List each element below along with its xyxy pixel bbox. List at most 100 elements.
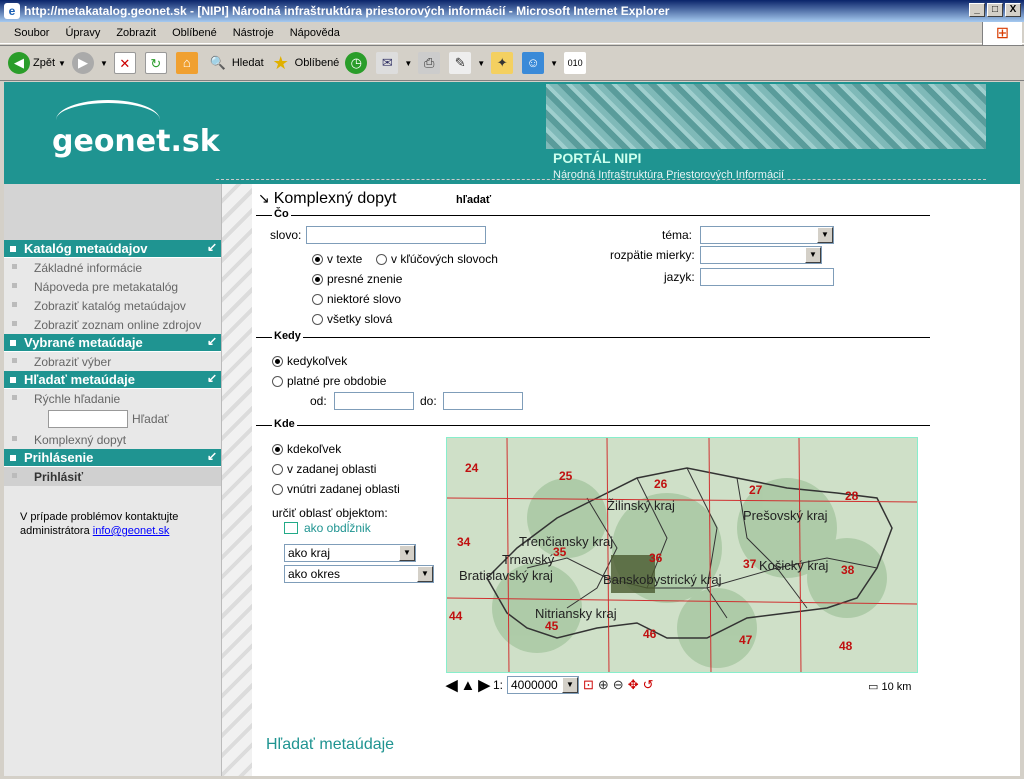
chevron-down-icon: ▼ — [561, 677, 578, 693]
legend-kedy: Kedy — [272, 330, 303, 342]
site-logo[interactable]: geonet.sk — [52, 124, 220, 159]
menu-nastroje[interactable]: Nástroje — [233, 27, 274, 39]
refresh-button[interactable]: ↻ — [144, 52, 170, 74]
close-button[interactable]: X — [1005, 3, 1021, 17]
sidebar-item-zoznam[interactable]: Zobraziť zoznam online zdrojov — [4, 315, 221, 334]
radio-platne-obdobie[interactable]: platné pre obdobie — [272, 374, 386, 388]
sidebar-item-komplexny[interactable]: Komplexný dopyt — [4, 430, 221, 449]
web-page: geonet.sk PORTÁL NIPI Národná Infraštruk… — [4, 82, 1020, 776]
refresh-map-icon[interactable]: ↺ — [643, 677, 654, 693]
quick-search-input[interactable] — [48, 410, 128, 428]
back-arrow-icon: ◀ — [8, 52, 30, 74]
map-region-banskobystricky: Banskobystrický kraj — [603, 572, 722, 587]
sidebar-item-rychle[interactable]: Rýchle hľadanie — [4, 389, 221, 408]
mierka-label: rozpätie mierky: — [610, 248, 695, 262]
tools-button[interactable]: 010 — [564, 52, 589, 74]
sidebar: Katalóg metaúdajov Základné informácie N… — [4, 184, 222, 776]
zoom-out-icon[interactable]: ⊖ — [613, 677, 624, 693]
stop-icon: ✕ — [113, 52, 136, 74]
radio-v-zadanej-oblasti[interactable]: v zadanej oblasti — [272, 462, 376, 476]
site-header: geonet.sk PORTÁL NIPI Národná Infraštruk… — [4, 82, 1020, 184]
discuss-icon: ✦ — [491, 52, 514, 74]
tema-select[interactable]: ▼ — [700, 226, 834, 244]
history-icon: ◷ — [345, 52, 368, 74]
menu-zobrazit[interactable]: Zobrazit — [116, 27, 156, 39]
chevron-down-icon: ▼ — [817, 227, 833, 243]
radio-vnutri-zadanej-oblasti[interactable]: vnútri zadanej oblasti — [272, 482, 400, 496]
refresh-icon: ↻ — [144, 52, 167, 74]
sidebar-item-prihlasit[interactable]: Prihlásiť — [4, 467, 221, 486]
radio-v-texte[interactable]: v texte — [312, 252, 362, 266]
sidebar-section-hladat[interactable]: Hľadať metaúdaje — [4, 371, 221, 389]
home-button[interactable]: ⌂ — [175, 52, 201, 74]
chevron-down-icon: ▼ — [550, 58, 559, 68]
pan-left-icon[interactable]: ◀ — [446, 676, 458, 694]
radio-vsetky-slova[interactable]: všetky slová — [312, 312, 392, 326]
radio-kdekolvek[interactable]: kdekoľvek — [272, 442, 341, 456]
search-button[interactable]: 🔍 Hledat — [207, 52, 264, 74]
od-label: od: — [310, 394, 327, 408]
urcit-label: určiť oblasť objektom: — [272, 506, 388, 520]
svg-text:25: 25 — [559, 469, 573, 483]
svg-text:27: 27 — [749, 483, 763, 497]
jazyk-input[interactable] — [700, 268, 834, 286]
favorites-button[interactable]: ★ Oblíbené — [270, 52, 340, 74]
menu-napoveda[interactable]: Nápověda — [290, 27, 340, 39]
ie-icon: e — [4, 3, 20, 19]
mierka-select[interactable]: ▼ — [700, 246, 822, 264]
pan-up-down-icon[interactable]: ▲ — [461, 677, 476, 694]
sidebar-item-vyber[interactable]: Zobraziť výber — [4, 352, 221, 371]
binary-icon: 010 — [564, 52, 587, 74]
pan-icon[interactable]: ✥ — [628, 677, 639, 693]
radio-kedykolvek[interactable]: kedykoľvek — [272, 354, 347, 368]
sidebar-item-zakladne[interactable]: Základné informácie — [4, 258, 221, 277]
chevron-down-icon: ▼ — [477, 58, 486, 68]
window-titlebar: e http://metakatalog.geonet.sk - [NIPI] … — [0, 0, 1024, 22]
maximize-button[interactable]: □ — [987, 3, 1003, 17]
discuss-button[interactable]: ✦ — [491, 52, 516, 74]
radio-niektore-slovo[interactable]: niektoré slovo — [312, 292, 401, 306]
edit-icon: ✎ — [449, 52, 472, 74]
map-region-bratislavsky: Bratislavský kraj — [459, 568, 553, 583]
menu-oblibene[interactable]: Oblíbené — [172, 27, 217, 39]
okres-select[interactable]: ako okres ▼ — [284, 565, 434, 583]
zoom-in-icon[interactable]: ⊕ — [598, 677, 609, 693]
svg-text:26: 26 — [654, 477, 668, 491]
minimize-button[interactable]: _ — [969, 3, 985, 17]
bullet-icon — [10, 245, 16, 252]
sidebar-section-prihlasenie[interactable]: Prihlásenie — [4, 449, 221, 467]
print-button[interactable]: ⎙ — [418, 52, 443, 74]
stop-button[interactable]: ✕ — [113, 52, 139, 74]
scale-bar: ▭ 10 km — [868, 681, 912, 693]
slovo-input[interactable] — [306, 226, 486, 244]
printer-icon: ⎙ — [418, 52, 441, 74]
messenger-icon: ☺ — [522, 52, 545, 74]
radio-klucove-slova[interactable]: v kľúčových slovoch — [376, 252, 498, 266]
od-input[interactable] — [334, 392, 414, 410]
sidebar-section-katalog[interactable]: Katalóg metaúdajov — [4, 240, 221, 258]
kraj-select[interactable]: ako kraj ▼ — [284, 544, 416, 562]
edit-button[interactable]: ✎ ▼ — [449, 52, 485, 74]
contact-email-link[interactable]: info@geonet.sk — [93, 525, 170, 537]
chevron-down-icon: ▼ — [99, 58, 108, 68]
chevron-down-icon: ▼ — [805, 247, 821, 263]
back-button[interactable]: ◀ Zpět ▼ — [8, 52, 66, 74]
radio-presne-znenie[interactable]: presné znenie — [312, 272, 402, 286]
mail-button[interactable]: ✉ ▼ — [376, 52, 412, 74]
forward-button[interactable]: ▶ ▼ — [71, 52, 108, 74]
pan-right-icon[interactable]: ▶ — [478, 676, 490, 694]
history-button[interactable]: ◷ — [345, 52, 370, 74]
messenger-button[interactable]: ☺ ▼ — [522, 52, 558, 74]
sidebar-section-vybrane[interactable]: Vybrané metaúdaje — [4, 334, 221, 352]
rectangle-link[interactable]: ako obdĺžnik — [284, 521, 371, 535]
map-view[interactable]: Žilinský kraj Prešovský kraj Trenčiansky… — [446, 437, 918, 673]
menu-soubor[interactable]: Soubor — [14, 27, 49, 39]
full-extent-icon[interactable]: ⊡ — [583, 677, 594, 693]
sidebar-item-napoveda[interactable]: Nápoveda pre metakatalóg — [4, 277, 221, 296]
do-input[interactable] — [443, 392, 523, 410]
quick-search-button[interactable]: Hľadať — [132, 412, 169, 426]
scale-select[interactable]: 4000000 ▼ — [506, 676, 579, 694]
sidebar-item-katalog[interactable]: Zobraziť katalóg metaúdajov — [4, 296, 221, 315]
header-divider — [216, 179, 986, 180]
menu-upravy[interactable]: Úpravy — [65, 27, 100, 39]
